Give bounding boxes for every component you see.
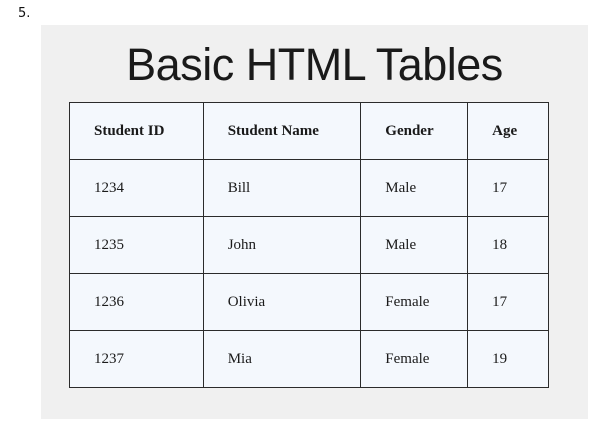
cell-age: 17 <box>467 159 549 217</box>
cell-gender: Female <box>360 273 469 331</box>
page-title: Basic HTML Tables <box>126 39 503 90</box>
cell-gender: Male <box>360 216 469 274</box>
table-row: 1235 John Male 18 <box>69 216 549 274</box>
cell-gender: Male <box>360 159 469 217</box>
cell-age: 17 <box>467 273 549 331</box>
header-student-id: Student ID <box>69 102 204 160</box>
cell-student-name: Bill <box>202 159 362 217</box>
cell-student-id: 1234 <box>69 159 204 217</box>
student-table: Student ID Student Name Gender Age 1234 … <box>69 102 549 388</box>
table-row: 1236 Olivia Female 17 <box>69 273 549 331</box>
table-row: 1237 Mia Female 19 <box>69 330 549 388</box>
cell-age: 18 <box>467 216 549 274</box>
cell-student-id: 1237 <box>69 330 204 388</box>
cell-student-id: 1235 <box>69 216 204 274</box>
table-row: 1234 Bill Male 17 <box>69 159 549 217</box>
header-age: Age <box>467 102 549 160</box>
item-number: 5. <box>18 6 31 21</box>
cell-student-name: Olivia <box>202 273 362 331</box>
header-gender: Gender <box>360 102 469 160</box>
page: 5. Basic HTML Tables Student ID Student … <box>0 0 604 431</box>
table-header-row: Student ID Student Name Gender Age <box>69 102 549 160</box>
slide-panel: Basic HTML Tables Student ID Student Nam… <box>41 25 588 419</box>
header-student-name: Student Name <box>202 102 362 160</box>
cell-student-name: John <box>202 216 362 274</box>
cell-gender: Female <box>360 330 469 388</box>
cell-student-id: 1236 <box>69 273 204 331</box>
cell-age: 19 <box>467 330 549 388</box>
cell-student-name: Mia <box>202 330 362 388</box>
